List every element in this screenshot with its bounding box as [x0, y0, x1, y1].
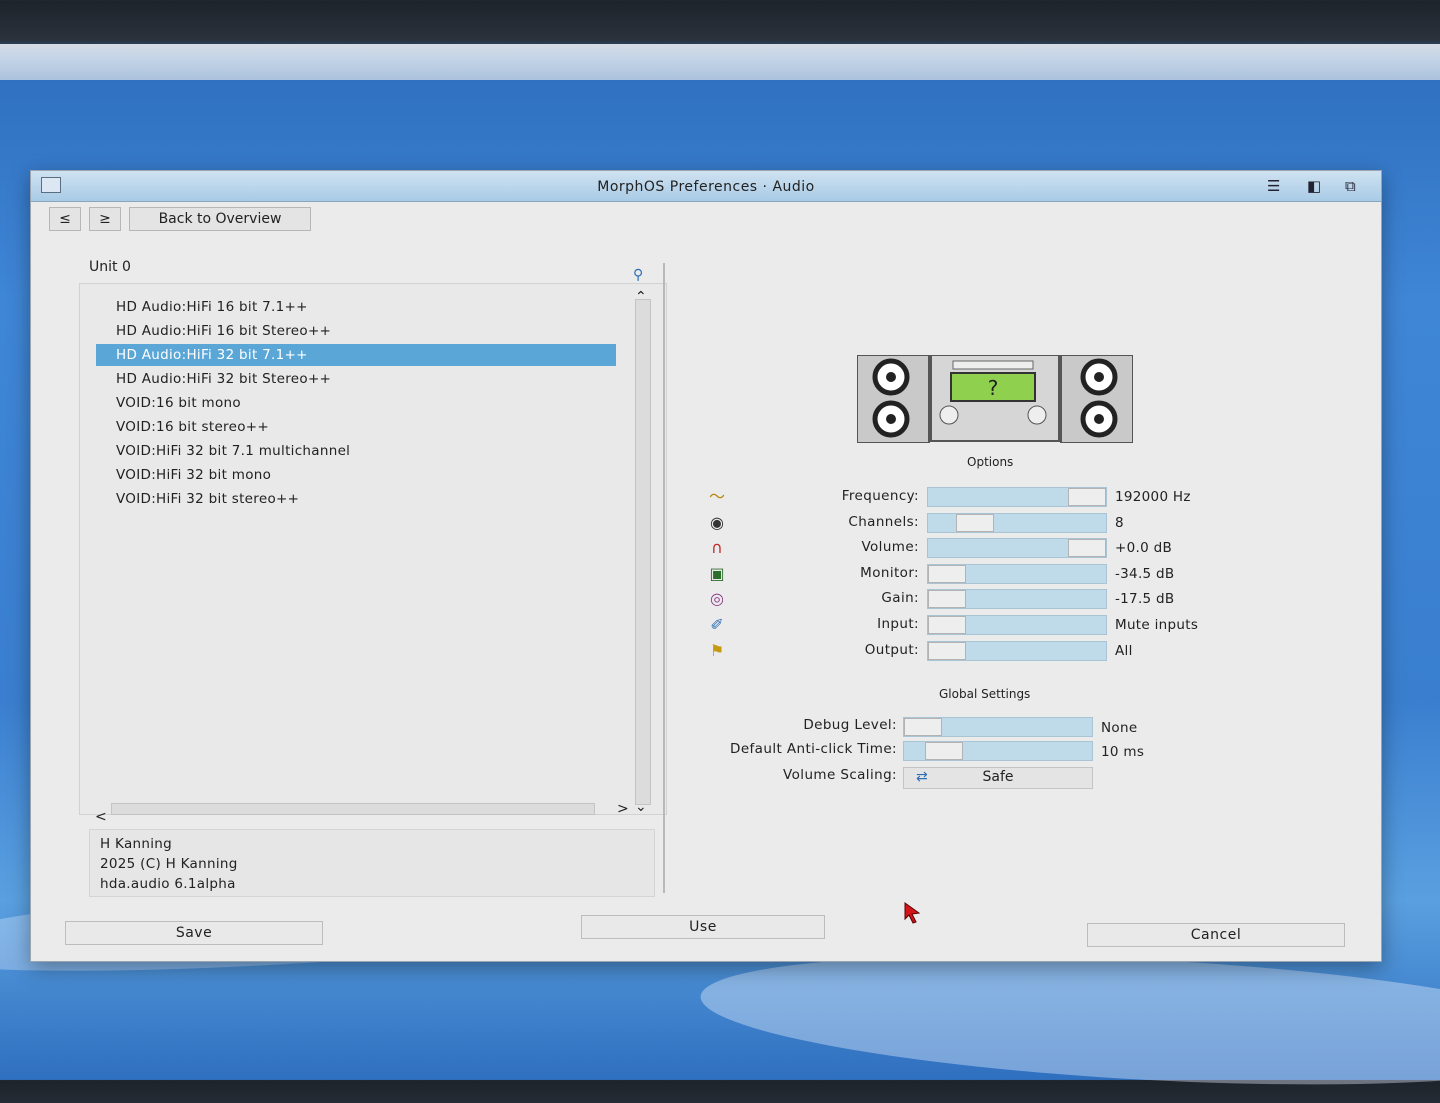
prev-button[interactable]: ≤	[49, 207, 81, 231]
option-value: 192000 Hz	[1115, 489, 1191, 505]
svg-text:?: ?	[988, 376, 999, 400]
desktop-top-band	[0, 44, 1440, 80]
volume-scaling-value: Safe	[982, 769, 1014, 785]
monitor-icon: ▣	[709, 563, 725, 583]
option-slider-knob[interactable]	[928, 590, 966, 609]
scroll-left-icon[interactable]: <	[95, 809, 107, 825]
depth-icon[interactable]: ⧉	[1345, 177, 1356, 195]
option-value: -34.5 dB	[1115, 565, 1175, 582]
horn-icon: ⚑	[709, 640, 725, 660]
global-settings-heading: Global Settings	[939, 687, 1031, 701]
option-label: Channels:	[848, 513, 919, 530]
audio-mode-item[interactable]: HD Audio:HiFi 16 bit 7.1++	[96, 296, 616, 318]
driver-info-panel: H Kanning 2025 (C) H Kanning hda.audio 6…	[89, 829, 655, 897]
option-slider-knob[interactable]	[928, 616, 966, 634]
volume-scaling-label: Volume Scaling:	[783, 767, 897, 783]
microphone-icon: ✐	[710, 615, 724, 634]
debug-level-label: Debug Level:	[803, 717, 897, 733]
anticlick-slider[interactable]	[903, 741, 1093, 761]
option-slider[interactable]	[927, 538, 1107, 559]
driver-version: hda.audio 6.1alpha	[100, 876, 236, 892]
option-slider[interactable]	[927, 640, 1107, 661]
audio-mode-item[interactable]: VOID:HiFi 32 bit stereo++	[96, 488, 616, 510]
option-slider-knob[interactable]	[956, 513, 994, 532]
option-slider-knob[interactable]	[1068, 539, 1106, 558]
anticlick-label: Default Anti-click Time:	[730, 741, 897, 757]
option-value: All	[1115, 642, 1133, 659]
cancel-button[interactable]: Cancel	[1087, 923, 1345, 947]
option-slider-knob[interactable]	[928, 641, 966, 660]
search-icon[interactable]: ⚲	[633, 267, 643, 283]
zoom-icon[interactable]: ◧	[1307, 177, 1321, 195]
options-heading: Options	[967, 455, 1014, 469]
option-value: 8	[1115, 514, 1124, 531]
window-title: MorphOS Preferences · Audio	[597, 179, 815, 195]
panel-splitter[interactable]	[663, 263, 665, 893]
option-label: Monitor:	[860, 564, 919, 581]
option-slider[interactable]	[927, 589, 1107, 610]
title-bar[interactable]: MorphOS Preferences · Audio ☰ ◧ ⧉	[31, 171, 1381, 202]
audio-mode-item[interactable]: HD Audio:HiFi 32 bit 7.1++	[96, 344, 616, 366]
anticlick-slider-knob[interactable]	[925, 742, 964, 760]
next-button[interactable]: ≥	[89, 207, 121, 231]
audio-mode-item[interactable]: VOID:16 bit mono	[96, 392, 616, 414]
headphones-icon: ∩	[711, 538, 723, 558]
save-button[interactable]: Save	[65, 921, 323, 945]
preferences-window: MorphOS Preferences · Audio ☰ ◧ ⧉ ≤ ≥ Ba…	[30, 170, 1382, 962]
driver-author: H Kanning	[100, 836, 173, 852]
option-label: Gain:	[881, 590, 919, 607]
use-button[interactable]: Use	[581, 915, 825, 939]
debug-level-value: None	[1101, 720, 1138, 736]
scroll-right-icon[interactable]: >	[617, 801, 629, 817]
audio-mode-item[interactable]: HD Audio:HiFi 32 bit Stereo++	[96, 368, 616, 390]
unit-label: Unit 0	[89, 259, 131, 275]
option-value: Mute inputs	[1115, 617, 1199, 633]
mouse-pointer-icon	[904, 902, 921, 924]
option-label: Output:	[864, 641, 919, 658]
option-label: Frequency:	[841, 488, 919, 504]
menu-icon[interactable]: ☰	[1267, 177, 1280, 195]
scroll-down-icon[interactable]: ⌄	[635, 799, 647, 815]
option-value: +0.0 dB	[1115, 540, 1173, 557]
debug-level-slider[interactable]	[903, 717, 1093, 737]
waveform-icon: 〜	[708, 487, 725, 506]
speaker-icon: ◉	[710, 512, 724, 532]
driver-copyright: 2025 (C) H Kanning	[100, 856, 238, 872]
option-slider[interactable]	[927, 487, 1107, 507]
option-slider-knob[interactable]	[1068, 488, 1106, 506]
audio-mode-item[interactable]: VOID:16 bit stereo++	[96, 416, 616, 438]
option-label: Volume:	[861, 539, 919, 556]
volume-scaling-cycle[interactable]: ⇄ Safe	[903, 767, 1093, 789]
debug-level-slider-knob[interactable]	[904, 718, 942, 736]
list-horizontal-scrollbar[interactable]	[111, 803, 595, 815]
option-slider-knob[interactable]	[928, 564, 966, 583]
disc-icon: ◎	[710, 589, 724, 609]
audio-mode-item[interactable]: VOID:HiFi 32 bit 7.1 multichannel	[96, 440, 616, 462]
option-value: -17.5 dB	[1115, 591, 1175, 608]
audio-mode-item[interactable]: VOID:HiFi 32 bit mono	[96, 464, 616, 486]
audio-mode-list[interactable]: HD Audio:HiFi 16 bit 7.1++ HD Audio:HiFi …	[79, 283, 667, 815]
audio-mode-item[interactable]: HD Audio:HiFi 16 bit Stereo++	[96, 320, 616, 342]
option-label: Input:	[877, 616, 919, 632]
scroll-up-icon[interactable]: ⌃	[635, 289, 647, 305]
option-slider[interactable]	[927, 563, 1107, 584]
stereo-system-icon: ?	[857, 355, 1133, 443]
anticlick-value: 10 ms	[1101, 744, 1145, 760]
option-slider[interactable]	[927, 512, 1107, 533]
back-to-overview-button[interactable]: Back to Overview	[129, 207, 311, 231]
option-slider[interactable]	[927, 615, 1107, 635]
